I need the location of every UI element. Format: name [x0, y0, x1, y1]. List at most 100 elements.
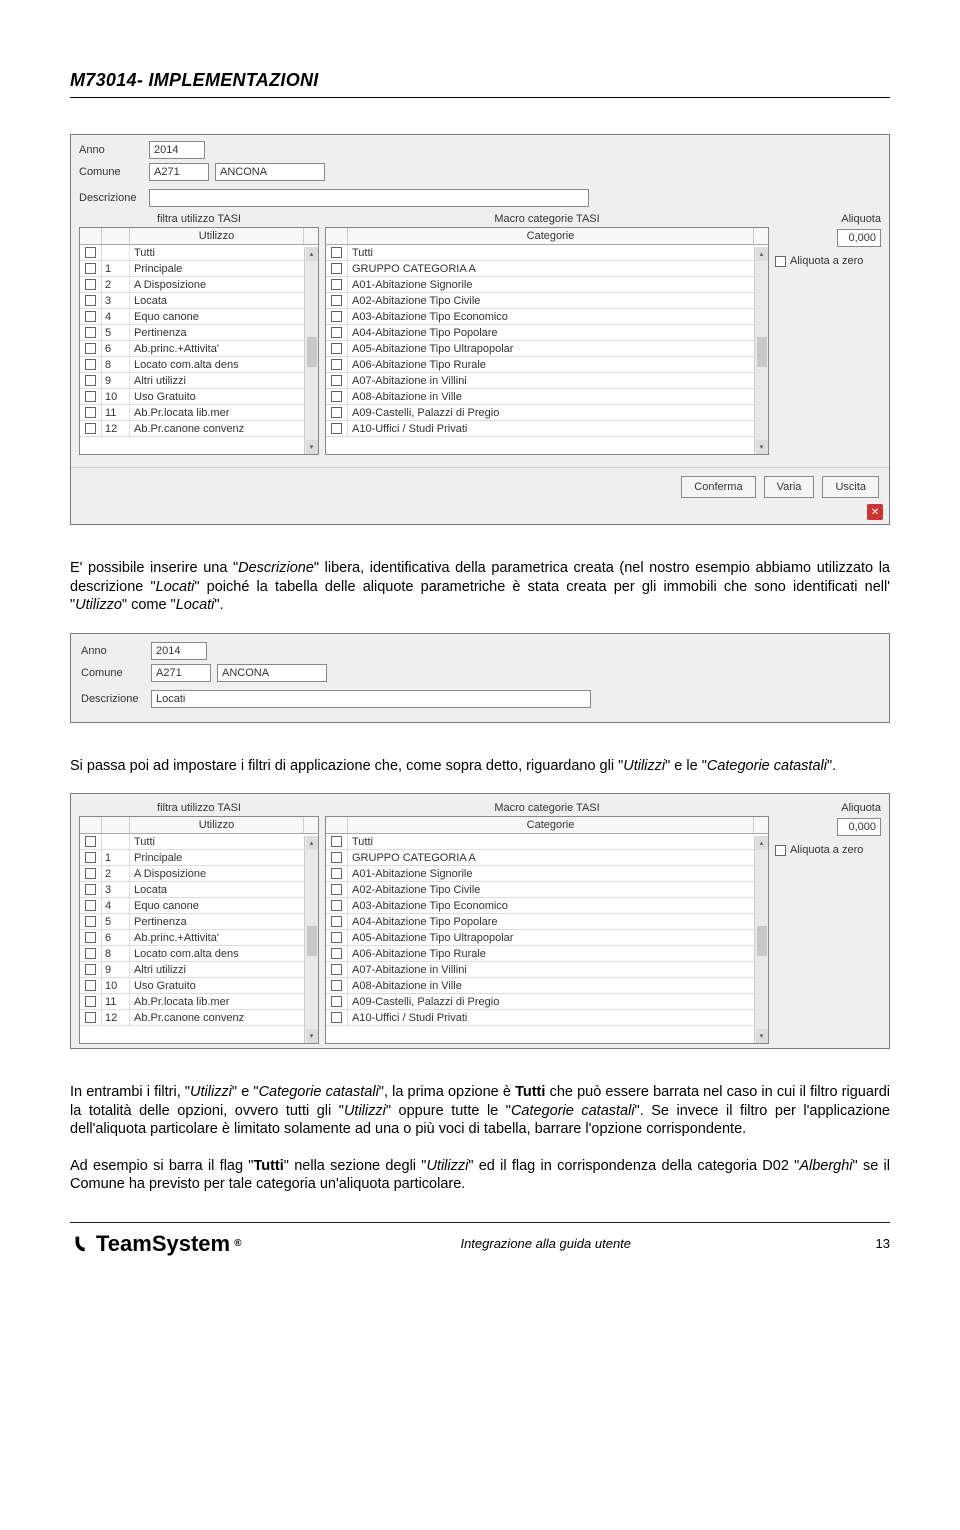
scroll-down-icon[interactable]: ▾ [756, 440, 768, 454]
checkbox-icon[interactable] [85, 391, 96, 402]
list-item[interactable]: 4Equo canone [80, 309, 318, 325]
list-item[interactable]: A07-Abitazione in Villini [326, 373, 768, 389]
checkbox-icon[interactable] [331, 311, 342, 322]
list-item[interactable]: A04-Abitazione Tipo Popolare [326, 914, 768, 930]
scroll-up-icon[interactable]: ▴ [756, 247, 768, 261]
list-item[interactable]: 6Ab.princ.+Attivita' [80, 341, 318, 357]
list-item[interactable]: 10Uso Gratuito [80, 389, 318, 405]
checkbox-icon[interactable] [331, 948, 342, 959]
checkbox-icon[interactable] [331, 996, 342, 1007]
descrizione-field[interactable]: Locati [151, 690, 591, 708]
varia-button[interactable]: Varia [764, 476, 815, 498]
checkbox-icon[interactable] [331, 868, 342, 879]
checkbox-icon[interactable] [85, 423, 96, 434]
list-item[interactable]: 2A Disposizione [80, 866, 318, 882]
uscita-button[interactable]: Uscita [822, 476, 879, 498]
checkbox-icon[interactable] [85, 948, 96, 959]
checkbox-icon[interactable] [85, 916, 96, 927]
checkbox-icon[interactable] [85, 343, 96, 354]
checkbox-icon[interactable] [331, 423, 342, 434]
anno-field[interactable]: 2014 [151, 642, 207, 660]
checkbox-icon[interactable] [85, 964, 96, 975]
list-item[interactable]: 9Altri utilizzi [80, 373, 318, 389]
list-item[interactable]: 11Ab.Pr.locata lib.mer [80, 994, 318, 1010]
aliquota-field[interactable]: 0,000 [837, 818, 881, 836]
list-item[interactable]: 1Principale [80, 261, 318, 277]
list-item[interactable]: 9Altri utilizzi [80, 962, 318, 978]
cat-listbox[interactable]: Categorie TuttiGRUPPO CATEGORIA AA01-Abi… [325, 227, 769, 455]
checkbox-icon[interactable] [85, 852, 96, 863]
anno-field[interactable]: 2014 [149, 141, 205, 159]
util-listbox[interactable]: Utilizzo Tutti1Principale2A Disposizione… [79, 816, 319, 1044]
list-item[interactable]: 8Locato com.alta dens [80, 357, 318, 373]
list-item[interactable]: 3Locata [80, 293, 318, 309]
list-item[interactable]: 4Equo canone [80, 898, 318, 914]
list-item[interactable]: 1Principale [80, 850, 318, 866]
checkbox-icon[interactable] [331, 295, 342, 306]
scrollbar-vertical[interactable]: ▴ ▾ [304, 247, 318, 454]
checkbox-icon[interactable] [331, 1012, 342, 1023]
scroll-up-icon[interactable]: ▴ [756, 836, 768, 850]
checkbox-icon[interactable] [85, 327, 96, 338]
checkbox-icon[interactable] [85, 247, 96, 258]
checkbox-icon[interactable] [331, 247, 342, 258]
checkbox-icon[interactable] [331, 884, 342, 895]
checkbox-icon[interactable] [85, 407, 96, 418]
list-item[interactable]: 5Pertinenza [80, 325, 318, 341]
checkbox-icon[interactable] [85, 996, 96, 1007]
checkbox-icon[interactable] [331, 375, 342, 386]
list-item[interactable]: 12Ab.Pr.canone convenz [80, 1010, 318, 1026]
list-item[interactable]: A09-Castelli, Palazzi di Pregio [326, 405, 768, 421]
util-listbox[interactable]: Utilizzo Tutti1Principale2A Disposizione… [79, 227, 319, 455]
list-item[interactable]: A02-Abitazione Tipo Civile [326, 882, 768, 898]
checkbox-icon[interactable] [331, 964, 342, 975]
descrizione-field[interactable] [149, 189, 589, 207]
scrollbar-vertical[interactable]: ▴ ▾ [754, 247, 768, 454]
list-item[interactable]: 5Pertinenza [80, 914, 318, 930]
checkbox-icon[interactable] [85, 295, 96, 306]
checkbox-icon[interactable] [331, 343, 342, 354]
checkbox-icon[interactable] [331, 980, 342, 991]
checkbox-icon[interactable] [331, 900, 342, 911]
list-item[interactable]: A08-Abitazione in Ville [326, 389, 768, 405]
comune-code-field[interactable]: A271 [149, 163, 209, 181]
checkbox-icon[interactable] [85, 884, 96, 895]
aliquota-field[interactable]: 0,000 [837, 229, 881, 247]
list-item[interactable]: A05-Abitazione Tipo Ultrapopolar [326, 341, 768, 357]
list-item[interactable]: A02-Abitazione Tipo Civile [326, 293, 768, 309]
list-item[interactable]: 8Locato com.alta dens [80, 946, 318, 962]
scroll-thumb[interactable] [307, 337, 317, 367]
checkbox-icon[interactable] [85, 359, 96, 370]
list-item[interactable]: A03-Abitazione Tipo Economico [326, 309, 768, 325]
close-icon[interactable]: ✕ [867, 504, 883, 520]
list-item[interactable]: A07-Abitazione in Villini [326, 962, 768, 978]
comune-code-field[interactable]: A271 [151, 664, 211, 682]
checkbox-icon[interactable] [331, 279, 342, 290]
list-item[interactable]: A10-Uffici / Studi Privati [326, 421, 768, 437]
checkbox-icon[interactable] [331, 836, 342, 847]
checkbox-icon[interactable] [85, 900, 96, 911]
list-item[interactable]: A03-Abitazione Tipo Economico [326, 898, 768, 914]
list-item[interactable]: Tutti [80, 245, 318, 261]
list-item[interactable]: 10Uso Gratuito [80, 978, 318, 994]
checkbox-icon[interactable] [331, 407, 342, 418]
checkbox-icon[interactable] [85, 980, 96, 991]
checkbox-icon[interactable] [331, 327, 342, 338]
checkbox-icon[interactable] [85, 375, 96, 386]
scroll-up-icon[interactable]: ▴ [306, 836, 318, 850]
checkbox-icon[interactable] [331, 932, 342, 943]
list-item[interactable]: A09-Castelli, Palazzi di Pregio [326, 994, 768, 1010]
list-item[interactable]: Tutti [80, 834, 318, 850]
checkbox-icon[interactable] [85, 868, 96, 879]
comune-name-field[interactable]: ANCONA [217, 664, 327, 682]
checkbox-icon[interactable] [331, 916, 342, 927]
list-item[interactable]: A01-Abitazione Signorile [326, 277, 768, 293]
list-item[interactable]: GRUPPO CATEGORIA A [326, 261, 768, 277]
checkbox-icon[interactable] [331, 359, 342, 370]
list-item[interactable]: A04-Abitazione Tipo Popolare [326, 325, 768, 341]
checkbox-icon[interactable] [775, 845, 786, 856]
list-item[interactable]: GRUPPO CATEGORIA A [326, 850, 768, 866]
aliquota-zero-row[interactable]: Aliquota a zero [775, 255, 863, 267]
checkbox-icon[interactable] [85, 1012, 96, 1023]
list-item[interactable]: 12Ab.Pr.canone convenz [80, 421, 318, 437]
